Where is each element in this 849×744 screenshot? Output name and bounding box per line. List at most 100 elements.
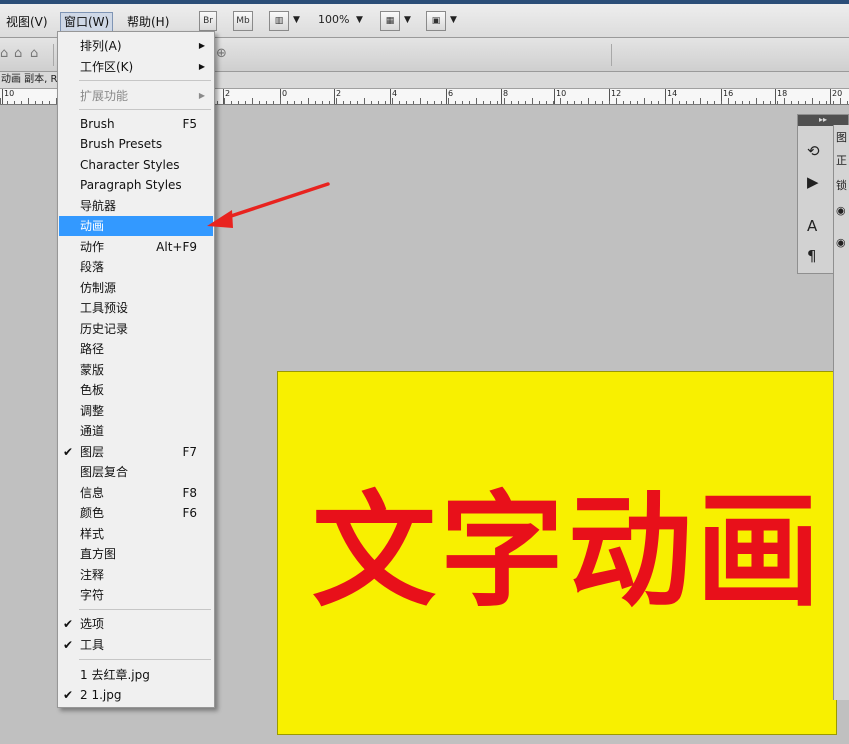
character-icon[interactable]: A	[807, 217, 817, 235]
ruler-minor-tick	[763, 101, 764, 104]
ruler-minor-tick	[833, 101, 834, 104]
distribute-icon[interactable]: ⊕	[216, 46, 227, 61]
ruler-minor-tick	[259, 101, 260, 104]
ruler-tick	[554, 89, 555, 104]
eye-icon[interactable]: ◉	[836, 236, 846, 249]
ruler-minor-tick	[21, 101, 22, 104]
menu-item-navigator[interactable]: 导航器	[59, 196, 213, 216]
chevron-down-icon[interactable]: ▼	[404, 15, 411, 25]
menu-item-arrange[interactable]: 排列(A) ▶	[59, 36, 213, 56]
ruler-tick	[2, 89, 3, 104]
ruler-minor-tick	[476, 98, 477, 104]
ruler-minor-tick	[595, 101, 596, 104]
film-strip-icon[interactable]: ▥	[269, 11, 289, 31]
menu-item-recent-file-1[interactable]: 1 去红章.jpg	[59, 665, 213, 685]
ruler-minor-tick	[714, 101, 715, 104]
menu-item-recent-file-2[interactable]: ✔ 2 1.jpg	[59, 685, 213, 705]
panel-tab-label[interactable]: 图	[836, 129, 847, 145]
canvas-text: 文字动画	[312, 480, 825, 624]
paragraph-icon[interactable]: ¶	[807, 247, 817, 265]
ruler-minor-tick	[707, 101, 708, 104]
menu-item-workspace[interactable]: 工作区(K) ▶	[59, 57, 213, 77]
ruler-minor-tick	[322, 101, 323, 104]
ruler-minor-tick	[343, 101, 344, 104]
menu-item-character-styles[interactable]: Character Styles	[59, 155, 213, 175]
eye-icon[interactable]: ◉	[836, 204, 846, 217]
ruler-minor-tick	[245, 101, 246, 104]
menu-item-brush-presets[interactable]: Brush Presets	[59, 134, 213, 154]
menu-item-brush[interactable]: Brush F5	[59, 114, 213, 134]
ruler-minor-tick	[784, 98, 785, 104]
ruler-label: 14	[667, 89, 678, 98]
ruler-minor-tick	[511, 101, 512, 104]
ruler-minor-tick	[280, 98, 281, 104]
menu-item-histogram[interactable]: 直方图	[59, 544, 213, 564]
menu-item-paths[interactable]: 路径	[59, 339, 213, 359]
menu-item-info[interactable]: 信息 F8	[59, 483, 213, 503]
ruler-minor-tick	[805, 101, 806, 104]
blend-mode-select[interactable]: 正	[836, 152, 847, 168]
ruler-minor-tick	[315, 101, 316, 104]
menu-item-channels[interactable]: 通道	[59, 421, 213, 441]
zoom-level[interactable]: 100%	[318, 13, 349, 26]
menu-item-masks[interactable]: 蒙版	[59, 360, 213, 380]
menu-item-paragraph-styles[interactable]: Paragraph Styles	[59, 175, 213, 195]
bridge-button[interactable]: Br	[199, 11, 217, 31]
mini-bridge-button[interactable]: Mb	[233, 11, 253, 31]
align-icon[interactable]: ⌂	[14, 46, 22, 61]
arrange-documents-icon[interactable]: ▦	[380, 11, 400, 31]
ruler-minor-tick	[504, 98, 505, 104]
ruler-minor-tick	[252, 98, 253, 104]
ruler-minor-tick	[637, 101, 638, 104]
menu-window[interactable]: 窗口(W)	[60, 12, 114, 32]
ruler-label: 0	[282, 89, 288, 98]
chevron-down-icon[interactable]: ▼	[293, 15, 300, 25]
document-canvas[interactable]: 文字动画	[277, 371, 837, 735]
menu-item-character[interactable]: 字符	[59, 585, 213, 605]
ruler-minor-tick	[651, 101, 652, 104]
ruler-label: 6	[448, 89, 454, 98]
ruler-minor-tick	[294, 101, 295, 104]
submenu-arrow-icon: ▶	[198, 62, 205, 71]
ruler-minor-tick	[560, 98, 561, 104]
menu-item-adjustments[interactable]: 调整	[59, 401, 213, 421]
chevron-down-icon[interactable]: ▼	[356, 15, 363, 25]
ruler-minor-tick	[819, 101, 820, 104]
menu-item-tool-presets[interactable]: 工具预设	[59, 298, 213, 318]
animation-play-icon[interactable]: ▶	[807, 173, 819, 191]
align-icon[interactable]: ⌂	[0, 46, 8, 61]
menu-item-styles[interactable]: 样式	[59, 524, 213, 544]
ruler-minor-tick	[413, 101, 414, 104]
menu-item-clone-source[interactable]: 仿制源	[59, 278, 213, 298]
ruler-minor-tick	[581, 101, 582, 104]
screen-mode-icon[interactable]: ▣	[426, 11, 446, 31]
ruler-minor-tick	[616, 98, 617, 104]
menu-item-notes[interactable]: 注释	[59, 565, 213, 585]
menu-item-tools[interactable]: ✔ 工具	[59, 635, 213, 655]
ruler-minor-tick	[7, 101, 8, 104]
menu-help[interactable]: 帮助(H)	[124, 12, 172, 32]
menu-item-layers[interactable]: ✔ 图层 F7	[59, 442, 213, 462]
ruler-minor-tick	[735, 101, 736, 104]
ruler-minor-tick	[231, 101, 232, 104]
ruler-minor-tick	[777, 101, 778, 104]
check-icon: ✔	[63, 638, 74, 652]
menu-item-layer-comps[interactable]: 图层复合	[59, 462, 213, 482]
align-icon[interactable]: ⌂	[30, 46, 38, 61]
menu-item-swatches[interactable]: 色板	[59, 380, 213, 400]
ruler-minor-tick	[42, 101, 43, 104]
chevron-down-icon[interactable]: ▼	[450, 15, 457, 25]
menu-item-options[interactable]: ✔ 选项	[59, 614, 213, 634]
menu-item-history[interactable]: 历史记录	[59, 319, 213, 339]
menu-view[interactable]: 视图(V)	[3, 12, 51, 32]
menu-item-actions[interactable]: 动作 Alt+F9	[59, 237, 213, 257]
menu-item-paragraph[interactable]: 段落	[59, 257, 213, 277]
ruler-minor-tick	[840, 98, 841, 104]
menu-item-color[interactable]: 颜色 F6	[59, 503, 213, 523]
history-icon[interactable]: ⟲	[807, 142, 820, 160]
ruler-tick	[334, 89, 335, 104]
ruler-minor-tick	[567, 101, 568, 104]
ruler-minor-tick	[434, 101, 435, 104]
menu-item-animation[interactable]: 动画	[59, 216, 213, 236]
ruler-minor-tick	[350, 101, 351, 104]
